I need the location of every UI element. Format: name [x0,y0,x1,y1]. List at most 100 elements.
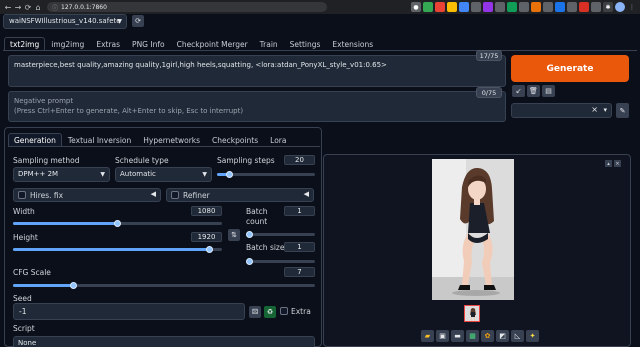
subtab-generation[interactable]: Generation [8,133,62,147]
refiner-accordion[interactable]: Refiner ◀ [166,188,314,202]
reload-icon[interactable]: ⟳ [23,3,33,12]
extension-icon[interactable] [591,2,601,12]
refresh-checkpoints-button[interactable]: ⟳ [132,15,144,27]
tab-extras[interactable]: Extras [90,37,126,51]
generated-image[interactable] [432,159,514,300]
tab-train[interactable]: Train [254,37,284,51]
extension-icon[interactable] [567,2,577,12]
swap-icon: ⇅ [231,231,237,239]
extension-icon[interactable] [543,2,553,12]
extra-networks-button[interactable]: ▤ [542,85,555,97]
script-value: None [18,339,37,347]
hires-fix-accordion[interactable]: Hires. fix ◀ [13,188,161,202]
home-icon[interactable]: ⌂ [33,3,43,12]
read-params-button[interactable]: ↙ [512,85,525,97]
cfg-scale-input[interactable]: 7 [284,267,315,277]
batch-count-handle[interactable] [246,231,253,238]
subtab-lora[interactable]: Lora [264,133,292,147]
height-slider[interactable] [13,248,222,251]
subtab-checkpoints[interactable]: Checkpoints [206,133,264,147]
tab-checkpoint-merger[interactable]: Checkpoint Merger [171,37,254,51]
recycle-icon: ♻ [266,308,274,316]
extension-icon[interactable] [495,2,505,12]
seed-input[interactable]: -1 [13,303,245,320]
tab-png-info[interactable]: PNG Info [126,37,171,51]
negative-prompt-input[interactable]: Negative prompt (Press Ctrl+Enter to gen… [8,91,506,122]
ruler-icon: ◩ [499,332,506,340]
batch-count-text: Batch count [246,207,268,226]
trash-icon: 🗑 [529,87,538,95]
extension-icon[interactable] [519,2,529,12]
send-to-inpaint-button[interactable]: ✿ [481,330,494,342]
checkpoint-dropdown[interactable]: waiNSFWIllustrious_v140.safete ▼ [3,14,127,29]
collapse-arrow-icon: ◀ [303,190,309,198]
upscale-button[interactable]: ◺ [511,330,524,342]
profile-avatar[interactable] [615,2,625,12]
clear-icon[interactable]: × [591,105,598,114]
menu-icon[interactable]: ⋮ [627,2,637,12]
batch-size-slider[interactable] [246,260,315,263]
height-input[interactable]: 1920 [191,232,222,242]
reuse-seed-button[interactable]: ♻ [264,306,276,318]
height-handle[interactable] [205,246,213,253]
extension-icon[interactable] [459,2,469,12]
width-input[interactable]: 1080 [191,206,222,216]
batch-count-slider[interactable] [246,233,315,236]
schedule-type-dropdown[interactable]: Automatic ▼ [115,167,212,182]
generated-image-art [432,159,514,300]
batch-count-input[interactable]: 1 [284,206,315,216]
edit-styles-button[interactable]: ✎ [616,103,629,118]
extension-icon[interactable] [579,2,589,12]
tab-extensions[interactable]: Extensions [326,37,379,51]
extension-icon[interactable] [435,2,445,12]
zip-button[interactable]: ▬ [451,330,464,342]
address-bar[interactable]: ⓘ 127.0.0.1:7860 [47,2,327,12]
sampling-method-dropdown[interactable]: DPM++ 2M ▼ [13,167,110,182]
batch-size-handle[interactable] [246,258,253,265]
extension-icon[interactable] [447,2,457,12]
subtab-hypernetworks[interactable]: Hypernetworks [137,133,206,147]
send-to-img2img-button[interactable]: ▦ [466,330,479,342]
refiner-checkbox[interactable] [171,191,179,199]
send-to-extras-button[interactable]: ◩ [496,330,509,342]
subtab-textual-inversion[interactable]: Textual Inversion [62,133,137,147]
prompt-input[interactable]: masterpiece,best quality,amazing quality… [8,55,506,87]
batch-size-input[interactable]: 1 [284,242,315,252]
cfg-scale-fill [13,284,74,287]
styles-dropdown[interactable]: × ▾ [511,103,612,118]
extension-icon[interactable]: ● [411,2,421,12]
width-handle[interactable] [114,220,121,227]
random-seed-button[interactable]: ⚄ [249,306,261,318]
sparkle-button[interactable]: ✦ [526,330,539,342]
close-preview-icon[interactable]: × [614,160,621,167]
back-icon[interactable]: ← [3,3,13,12]
extension-icon[interactable] [507,2,517,12]
script-dropdown[interactable]: None [13,336,315,347]
height-fill [13,248,210,251]
clear-prompt-button[interactable]: 🗑 [527,85,540,97]
generate-button[interactable]: Generate [511,55,629,82]
extension-icon[interactable] [483,2,493,12]
refresh-icon: ⟳ [135,17,141,25]
save-button[interactable]: ▣ [436,330,449,342]
extension-icon[interactable] [531,2,541,12]
extension-icon[interactable] [423,2,433,12]
extensions-puzzle-icon[interactable]: ✱ [603,2,613,12]
sampling-steps-input[interactable]: 20 [284,155,315,165]
open-folder-button[interactable]: ▰ [421,330,434,342]
extension-icon[interactable] [555,2,565,12]
extension-icon[interactable] [471,2,481,12]
tab-img2img[interactable]: img2img [45,37,90,51]
fullscreen-icon[interactable]: ▴ [605,160,612,167]
width-label: Width [13,207,35,216]
gallery-thumbnail[interactable] [464,305,480,322]
extra-seed-checkbox[interactable] [280,307,288,315]
batch-count-label: Batch count [246,207,276,227]
tab-txt2img[interactable]: txt2img [4,37,46,51]
cfg-scale-slider[interactable] [13,284,315,287]
hires-fix-checkbox[interactable] [18,191,26,199]
cfg-scale-handle[interactable] [69,282,77,289]
forward-icon[interactable]: → [13,3,23,12]
tab-settings[interactable]: Settings [284,37,327,51]
swap-dimensions-button[interactable]: ⇅ [228,229,240,241]
